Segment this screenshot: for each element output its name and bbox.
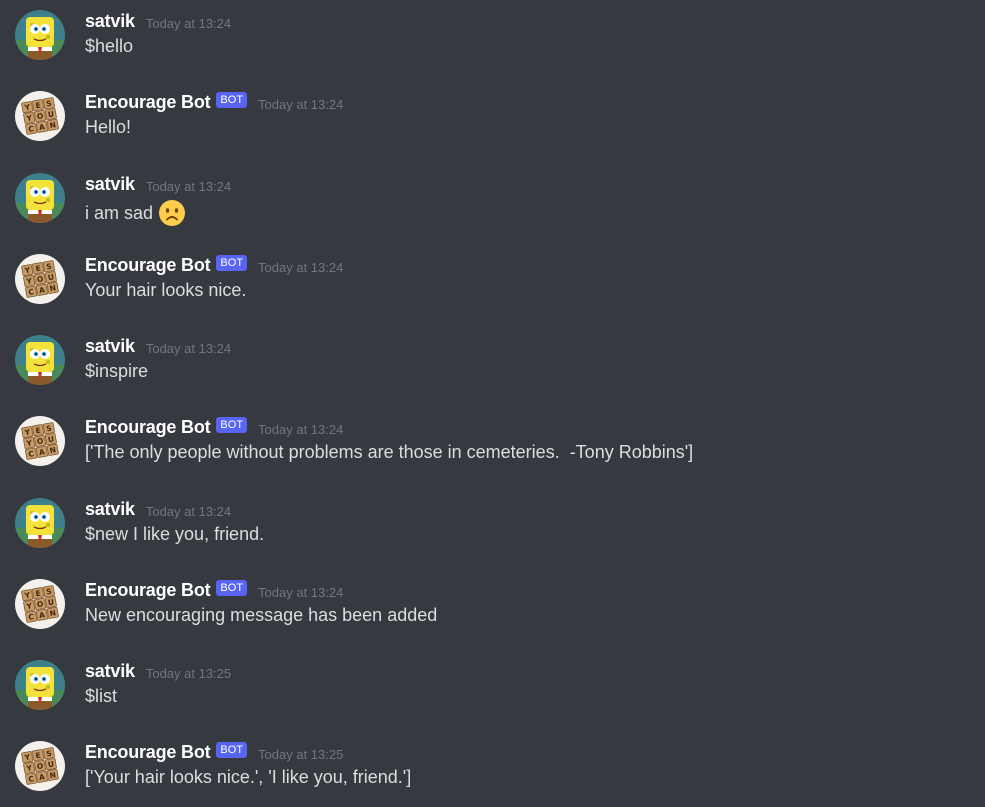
username[interactable]: Encourage Bot bbox=[85, 255, 211, 276]
timestamp: Today at 13:25 bbox=[258, 746, 344, 762]
message-header: Encourage Bot BOT Today at 13:24 bbox=[85, 252, 343, 278]
spongebob-avatar[interactable] bbox=[15, 498, 65, 548]
message-text: ['Your hair looks nice.', 'I like you, f… bbox=[85, 767, 412, 787]
message-header: Encourage Bot BOT Today at 13:24 bbox=[85, 414, 343, 440]
message-item: YESYOUCAN Encourage Bot BOT Today at 13:… bbox=[0, 81, 985, 162]
username[interactable]: Encourage Bot bbox=[85, 92, 211, 113]
spongebob-avatar[interactable] bbox=[15, 660, 65, 710]
message-text: i am sad bbox=[85, 202, 154, 223]
message-content: $list bbox=[85, 686, 117, 707]
message-header: Encourage Bot BOT Today at 13:24 bbox=[85, 89, 343, 115]
message-header: Encourage Bot BOT Today at 13:24 bbox=[85, 577, 343, 603]
spongebob-avatar[interactable] bbox=[15, 173, 65, 223]
message-content: Your hair looks nice. bbox=[85, 280, 246, 301]
message-header: satvik Today at 13:24 bbox=[85, 8, 231, 34]
username[interactable]: satvik bbox=[85, 11, 135, 32]
message-text: $new I like you, friend. bbox=[85, 524, 265, 544]
yes-you-can-tiles-avatar[interactable]: YESYOUCAN bbox=[15, 741, 65, 791]
username[interactable]: satvik bbox=[85, 336, 135, 357]
message-item: YESYOUCAN Encourage Bot BOT Today at 13:… bbox=[0, 569, 985, 650]
timestamp: Today at 13:24 bbox=[145, 503, 232, 519]
message-item: satvik Today at 13:24 i am sad bbox=[0, 163, 985, 244]
yes-you-can-tiles-avatar[interactable]: YESYOUCAN bbox=[15, 579, 65, 629]
message-text: $hello bbox=[85, 36, 134, 56]
timestamp: Today at 13:24 bbox=[145, 178, 232, 194]
message-item: YESYOUCAN Encourage Bot BOT Today at 13:… bbox=[0, 406, 985, 487]
username[interactable]: Encourage Bot bbox=[85, 580, 211, 601]
message-content: Hello! bbox=[85, 117, 131, 138]
username[interactable]: satvik bbox=[85, 499, 135, 520]
message-item: YESYOUCAN Encourage Bot BOT Today at 13:… bbox=[0, 731, 985, 807]
message-item: satvik Today at 13:24 $new I like you, f… bbox=[0, 488, 985, 569]
timestamp: Today at 13:24 bbox=[145, 340, 232, 356]
message-content: i am sad bbox=[85, 199, 186, 227]
message-header: satvik Today at 13:25 bbox=[85, 658, 231, 684]
timestamp: Today at 13:24 bbox=[258, 96, 344, 112]
message-text: Your hair looks nice. bbox=[85, 280, 247, 300]
username[interactable]: Encourage Bot bbox=[85, 742, 211, 763]
message-content: $inspire bbox=[85, 361, 148, 382]
message-header: satvik Today at 13:24 bbox=[85, 171, 231, 197]
message-list[interactable]: satvik Today at 13:24 $hello YESYOUCAN E… bbox=[0, 0, 985, 807]
message-text: $list bbox=[85, 686, 118, 706]
spongebob-avatar[interactable] bbox=[15, 10, 65, 60]
message-content: ['The only people without problems are t… bbox=[85, 442, 693, 463]
message-header: Encourage Bot BOT Today at 13:25 bbox=[85, 739, 343, 765]
spongebob-avatar[interactable] bbox=[15, 335, 65, 385]
username[interactable]: satvik bbox=[85, 174, 135, 195]
message-item: satvik Today at 13:25 $list bbox=[0, 650, 985, 731]
bot-tag: BOT bbox=[216, 580, 248, 596]
bot-tag: BOT bbox=[216, 742, 248, 758]
timestamp: Today at 13:24 bbox=[145, 15, 232, 31]
message-item: YESYOUCAN Encourage Bot BOT Today at 13:… bbox=[0, 244, 985, 325]
yes-you-can-tiles-avatar[interactable]: YESYOUCAN bbox=[15, 91, 65, 141]
yes-you-can-tiles-avatar[interactable]: YESYOUCAN bbox=[15, 416, 65, 466]
yes-you-can-tiles-avatar[interactable]: YESYOUCAN bbox=[15, 254, 65, 304]
message-header: satvik Today at 13:24 bbox=[85, 496, 231, 522]
message-text: Hello! bbox=[85, 117, 132, 137]
timestamp: Today at 13:24 bbox=[258, 584, 344, 600]
timestamp: Today at 13:25 bbox=[145, 665, 232, 681]
message-header: satvik Today at 13:24 bbox=[85, 333, 231, 359]
frowning-face-emoji[interactable] bbox=[158, 199, 186, 227]
timestamp: Today at 13:24 bbox=[258, 421, 344, 437]
message-content: ['Your hair looks nice.', 'I like you, f… bbox=[85, 767, 411, 788]
bot-tag: BOT bbox=[216, 417, 248, 433]
bot-tag: BOT bbox=[216, 92, 248, 108]
bot-tag: BOT bbox=[216, 255, 248, 271]
message-content: $new I like you, friend. bbox=[85, 524, 264, 545]
message-text: ['The only people without problems are t… bbox=[85, 442, 694, 462]
message-content: New encouraging message has been added bbox=[85, 605, 437, 626]
message-item: satvik Today at 13:24 $inspire bbox=[0, 325, 985, 406]
username[interactable]: Encourage Bot bbox=[85, 417, 211, 438]
timestamp: Today at 13:24 bbox=[258, 259, 344, 275]
message-text: New encouraging message has been added bbox=[85, 605, 438, 625]
message-item: satvik Today at 13:24 $hello bbox=[0, 0, 985, 81]
message-content: $hello bbox=[85, 36, 133, 57]
username[interactable]: satvik bbox=[85, 661, 135, 682]
message-text: $inspire bbox=[85, 361, 149, 381]
